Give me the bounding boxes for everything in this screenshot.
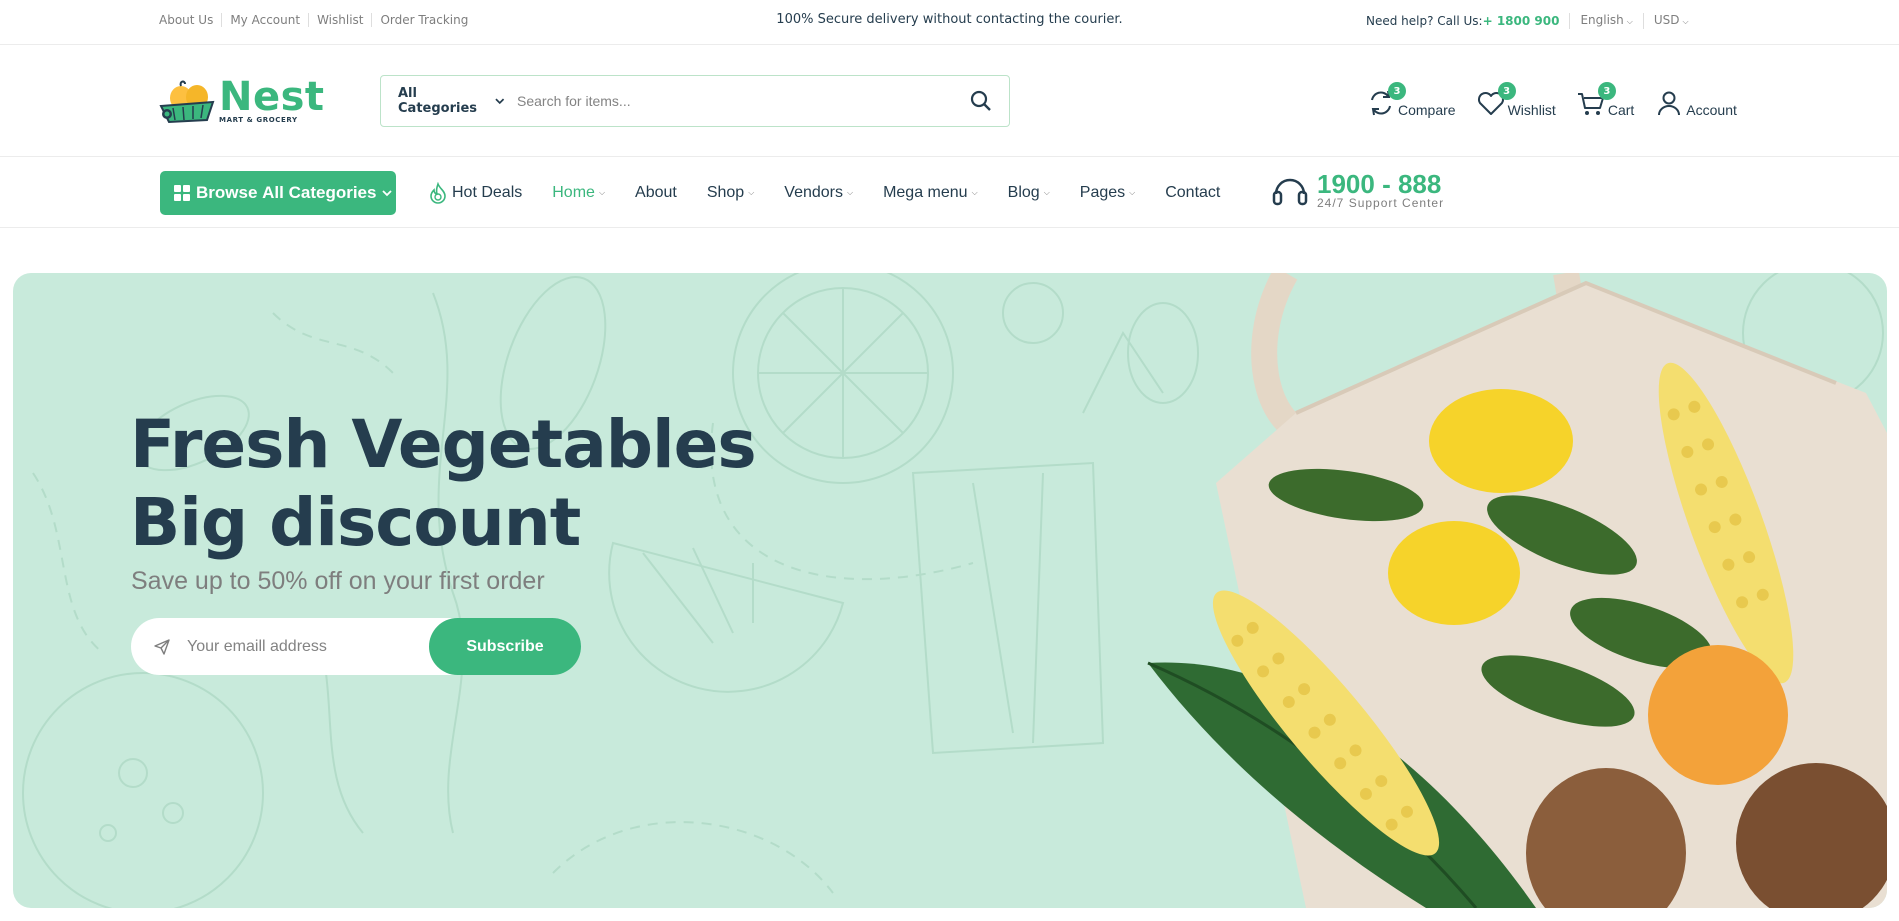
browse-label-categories: All Categories — [262, 183, 377, 202]
nav-item-label: Contact — [1165, 184, 1221, 201]
cart-count-badge: 3 — [1597, 82, 1616, 100]
wishlist-label: Wishlist — [1507, 102, 1556, 118]
hero-vegetables-image — [1147, 273, 1887, 908]
hero-title: Fresh Vegetables Big discount — [130, 406, 757, 562]
chevron-down-icon: ⌵ — [748, 188, 755, 197]
nav-item-label: Pages — [1079, 184, 1126, 201]
currency-select[interactable]: USD ⌵ — [1642, 13, 1699, 29]
wishlist-action[interactable]: 3 Wishlist — [1476, 82, 1556, 118]
nav-item-label: Hot Deals — [452, 184, 523, 201]
browse-categories-button[interactable]: Browse All Categories — [160, 171, 396, 215]
main-header: Nest MART & GROCERY All Categories 3 Com… — [0, 46, 1899, 157]
chevron-down-icon: ⌵ — [1043, 188, 1050, 197]
chevron-down-icon — [382, 189, 393, 196]
nav-item-about[interactable]: About — [635, 184, 677, 202]
compare-count-badge: 3 — [1388, 82, 1406, 100]
wishlist-count-badge: 3 — [1497, 82, 1516, 100]
nav-item-blog[interactable]: Blog ⌵ — [1008, 184, 1050, 202]
browse-label: Browse — [196, 183, 258, 202]
hero-title-line-1: Fresh Vegetables — [130, 406, 757, 483]
compare-label: Compare — [1398, 102, 1456, 118]
search-input[interactable] — [517, 93, 961, 109]
account-label: Account — [1686, 102, 1737, 118]
nav-item-label: Shop — [706, 184, 745, 201]
nav-item-label: Mega menu — [883, 184, 968, 201]
support-number: 1900 - 888 — [1317, 169, 1442, 199]
hero-subtitle: Save up to 50% off on your first order — [131, 567, 545, 595]
top-bar: About Us My Account Wishlist Order Track… — [0, 0, 1899, 45]
chevron-down-icon: ⌵ — [971, 188, 978, 197]
chevron-down-icon: ⌵ — [1129, 188, 1136, 197]
chevron-down-icon: ⌵ — [847, 188, 854, 197]
nav-item-pages[interactable]: Pages ⌵ — [1080, 184, 1135, 202]
chevron-down-icon: ⌵ — [1626, 17, 1633, 26]
search-category-value: All Categories — [398, 86, 478, 116]
nav-item-label: Blog — [1007, 184, 1040, 201]
help-label: Need help? Call Us: — [1366, 14, 1483, 28]
cart-label: Cart — [1607, 102, 1635, 118]
grid-icon — [174, 185, 190, 201]
top-right-bar: Need help? Call Us: + 1800 900 English ⌵ … — [1366, 13, 1699, 29]
search-icon — [970, 90, 991, 111]
search-bar: All Categories — [380, 75, 1010, 127]
flame-icon — [430, 182, 446, 204]
account-action[interactable]: Account — [1654, 88, 1737, 118]
cart-action[interactable]: 3 Cart — [1576, 82, 1635, 118]
compare-action[interactable]: 3 Compare — [1366, 82, 1456, 118]
nav-item-home[interactable]: Home ⌵ — [552, 184, 605, 202]
language-value: English — [1580, 13, 1624, 27]
nav-item-vendors[interactable]: Vendors ⌵ — [784, 184, 853, 202]
nav-item-hot-deals[interactable]: Hot Deals — [428, 182, 522, 204]
currency-value: USD — [1653, 13, 1680, 27]
support-center[interactable]: 1900 - 888 24/7 Support Center — [1271, 169, 1445, 210]
chevron-down-icon: ⌵ — [598, 188, 606, 197]
nav-item-label: Vendors — [784, 184, 843, 201]
basket-logo-icon — [159, 80, 215, 124]
logo-name: Nest — [219, 74, 325, 120]
user-icon — [1658, 91, 1681, 116]
subscribe-form: Subscribe — [131, 618, 581, 675]
nav-item-label: Home — [552, 184, 595, 201]
headset-icon — [1272, 178, 1308, 206]
nav-item-mega-menu[interactable]: Mega menu ⌵ — [883, 184, 978, 202]
chevron-down-icon: ⌵ — [1682, 17, 1689, 26]
language-select[interactable]: English ⌵ — [1569, 13, 1642, 29]
nav-item-shop[interactable]: Shop ⌵ — [707, 184, 754, 202]
search-category-select[interactable]: All Categories — [381, 86, 517, 116]
header-actions: 3 Compare 3 Wishlist 3 Cart Account — [1366, 82, 1757, 118]
subscribe-button[interactable]: Subscribe — [429, 618, 581, 675]
chevron-down-icon — [495, 98, 505, 104]
search-button[interactable] — [961, 81, 1001, 121]
nav-item-contact[interactable]: Contact — [1165, 184, 1220, 202]
hero-title-line-2: Big discount — [130, 484, 581, 561]
hero-banner: Fresh Vegetables Big discount Save up to… — [13, 273, 1887, 908]
logo[interactable]: Nest MART & GROCERY — [159, 74, 325, 124]
main-nav: Browse All Categories Hot Deals Home ⌵ Ab… — [0, 158, 1899, 228]
nav-menu: Hot Deals Home ⌵ About Shop ⌵ Vendors ⌵ Meg… — [428, 182, 1250, 204]
nav-item-label: About — [635, 184, 677, 201]
help-phone[interactable]: + 1800 900 — [1483, 14, 1560, 28]
send-icon — [154, 638, 170, 655]
support-label: 24/7 Support Center — [1317, 196, 1445, 210]
